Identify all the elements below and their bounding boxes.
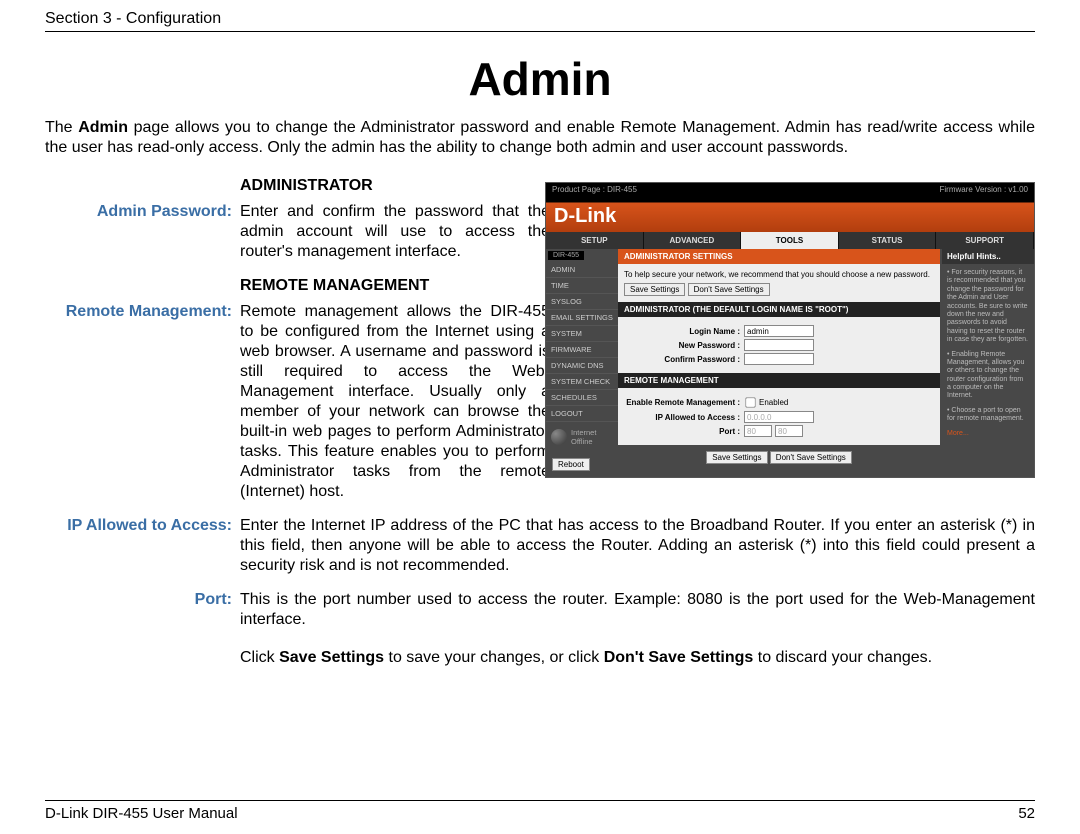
panel-admin-settings-title: ADMINISTRATOR SETTINGS	[618, 249, 940, 264]
section-header: Section 3 - Configuration	[45, 10, 1035, 32]
closing-dont-bold: Don't Save Settings	[604, 649, 754, 666]
enable-remote-checkbox[interactable]	[745, 397, 755, 407]
tab-advanced[interactable]: ADVANCED	[644, 232, 742, 249]
side-internet-status: Internet Offline	[546, 422, 618, 452]
shot-product-page: Product Page : DIR-455	[552, 185, 637, 194]
dont-save-button-bottom[interactable]: Don't Save Settings	[770, 451, 852, 464]
internet-label: Internet	[571, 428, 596, 437]
tab-setup[interactable]: SETUP	[546, 232, 644, 249]
bottom-buttons: Save Settings Don't Save Settings	[618, 445, 940, 470]
side-ddns[interactable]: DYNAMIC DNS	[546, 358, 618, 374]
dont-save-button-top[interactable]: Don't Save Settings	[688, 283, 770, 296]
label-remote-management: Remote Management:	[45, 302, 240, 502]
hint-1: • For security reasons, it is recommende…	[947, 269, 1029, 345]
confirm-password-label: Confirm Password :	[624, 355, 744, 364]
hint-2: • Enabling Remote Management, allows you…	[947, 351, 1029, 401]
body-port: This is the port number used to access t…	[240, 590, 1035, 630]
side-syslog[interactable]: SYSLOG	[546, 294, 618, 310]
intro-suffix: page allows you to change the Administra…	[45, 119, 1035, 156]
panel-administrator-body: Login Name : New Password : Confirm Pass…	[618, 317, 940, 373]
side-admin[interactable]: ADMIN	[546, 262, 618, 278]
page-footer: D-Link DIR-455 User Manual 52	[45, 800, 1035, 822]
login-name-label: Login Name :	[624, 327, 744, 336]
new-password-input[interactable]	[744, 339, 814, 351]
login-name-input[interactable]	[744, 325, 814, 337]
shot-tabs: SETUP ADVANCED TOOLS STATUS SUPPORT	[546, 232, 1034, 249]
intro-bold: Admin	[78, 119, 128, 136]
panel-remote-mgmt-title: REMOTE MANAGEMENT	[618, 373, 940, 388]
side-email[interactable]: EMAIL SETTINGS	[546, 310, 618, 326]
port-label: Port :	[624, 427, 744, 436]
shot-model-chip: DIR-455	[548, 251, 584, 260]
closing-pre: Click	[240, 649, 279, 666]
shot-topbar: Product Page : DIR-455 Firmware Version …	[546, 183, 1034, 196]
save-button-top[interactable]: Save Settings	[624, 283, 685, 296]
closing-mid: to save your changes, or click	[384, 649, 604, 666]
ip-allowed-input[interactable]	[744, 411, 814, 423]
hints-title: Helpful Hints..	[942, 249, 1034, 264]
label-admin-password: Admin Password:	[45, 202, 240, 262]
globe-icon	[551, 429, 567, 445]
intro-paragraph: The Admin page allows you to change the …	[45, 118, 1035, 158]
enable-remote-label: Enable Remote Management :	[624, 398, 744, 407]
panel-administrator-title: ADMINISTRATOR (THE DEFAULT LOGIN NAME IS…	[618, 302, 940, 317]
closing-save-bold: Save Settings	[279, 649, 384, 666]
side-system[interactable]: SYSTEM	[546, 326, 618, 342]
side-logout[interactable]: LOGOUT	[546, 406, 618, 422]
shot-banner: D-Link	[546, 196, 1034, 232]
enabled-text: Enabled	[759, 398, 788, 407]
body-admin-password: Enter and confirm the password that the …	[240, 202, 550, 262]
hints-panel: Helpful Hints.. • For security reasons, …	[942, 249, 1034, 477]
closing-instruction: Click Save Settings to save your changes…	[240, 648, 1035, 668]
panel-admin-settings-body: To help secure your network, we recommen…	[618, 264, 940, 302]
side-syscheck[interactable]: SYSTEM CHECK	[546, 374, 618, 390]
shot-main: ADMINISTRATOR SETTINGS To help secure yo…	[618, 249, 942, 477]
label-ip-allowed: IP Allowed to Access:	[45, 516, 240, 576]
body-remote-management: Remote management allows the DIR-455 to …	[240, 302, 550, 502]
side-schedules[interactable]: SCHEDULES	[546, 390, 618, 406]
dlink-logo: D-Link	[554, 205, 616, 228]
port-input-a[interactable]	[744, 425, 772, 437]
tab-status[interactable]: STATUS	[839, 232, 937, 249]
footer-page-number: 52	[1018, 805, 1035, 822]
side-time[interactable]: TIME	[546, 278, 618, 294]
confirm-password-input[interactable]	[744, 353, 814, 365]
hints-more-link[interactable]: More...	[947, 430, 1029, 438]
def-port: Port: This is the port number used to ac…	[45, 590, 1035, 630]
ip-allowed-label: IP Allowed to Access :	[624, 413, 744, 422]
shot-firmware: Firmware Version : v1.00	[940, 185, 1028, 194]
footer-manual-name: D-Link DIR-455 User Manual	[45, 805, 238, 822]
panel-remote-mgmt-body: Enable Remote Management : Enabled IP Al…	[618, 388, 940, 445]
tab-tools[interactable]: TOOLS	[741, 232, 839, 249]
offline-label: Offline	[571, 437, 596, 446]
reboot-button[interactable]: Reboot	[552, 458, 590, 471]
shot-sidebar: DIR-455 ADMIN TIME SYSLOG EMAIL SETTINGS…	[546, 249, 618, 477]
label-port: Port:	[45, 590, 240, 630]
save-button-bottom[interactable]: Save Settings	[706, 451, 767, 464]
body-ip-allowed: Enter the Internet IP address of the PC …	[240, 516, 1035, 576]
router-screenshot: Product Page : DIR-455 Firmware Version …	[545, 182, 1035, 478]
hint-3: • Choose a port to open for remote manag…	[947, 407, 1029, 424]
side-firmware[interactable]: FIRMWARE	[546, 342, 618, 358]
page-title: Admin	[45, 52, 1035, 106]
port-input-b[interactable]	[775, 425, 803, 437]
def-ip-allowed: IP Allowed to Access: Enter the Internet…	[45, 516, 1035, 576]
closing-post: to discard your changes.	[753, 649, 932, 666]
new-password-label: New Password :	[624, 341, 744, 350]
admin-settings-text: To help secure your network, we recommen…	[624, 270, 934, 279]
intro-prefix: The	[45, 119, 78, 136]
tab-support[interactable]: SUPPORT	[936, 232, 1034, 249]
